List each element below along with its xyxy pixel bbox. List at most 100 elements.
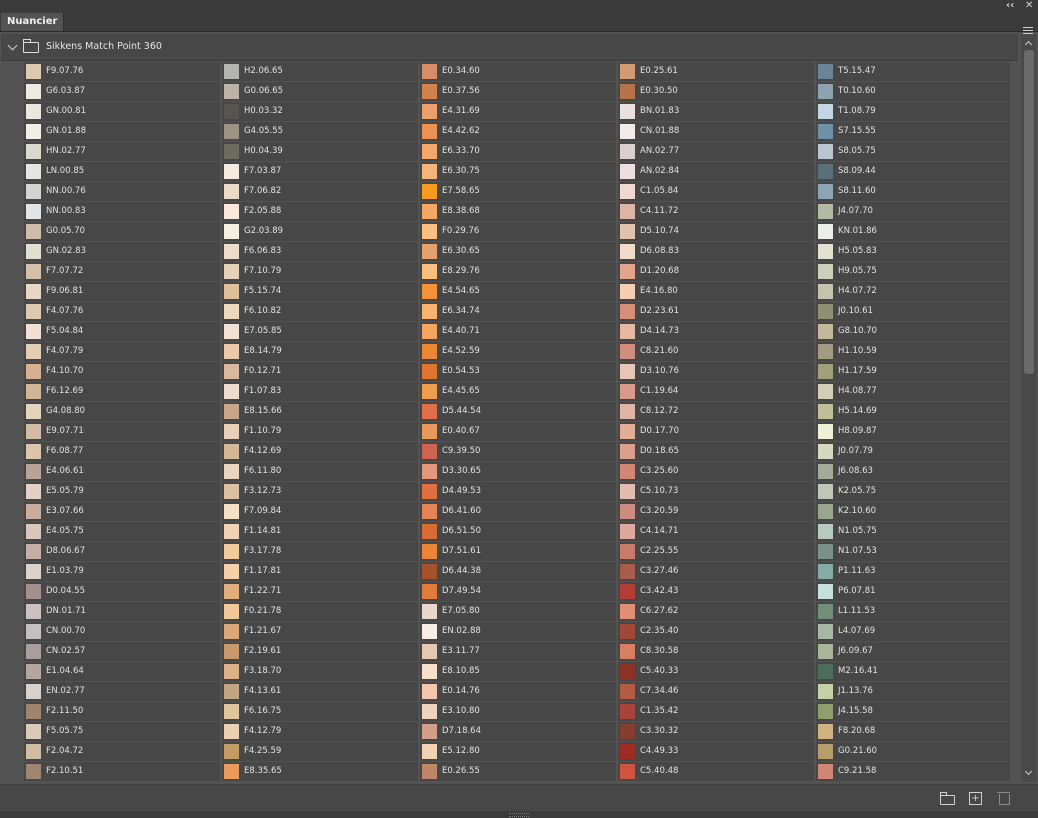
swatch-item[interactable]: NN.00.83 — [24, 202, 220, 221]
swatch-item[interactable]: D6.44.38 — [420, 562, 616, 581]
swatch-item[interactable]: KN.01.86 — [816, 222, 1010, 241]
swatch-item[interactable]: C5.40.48 — [618, 762, 814, 781]
swatch-item[interactable]: AN.02.84 — [618, 162, 814, 181]
swatch-item[interactable]: J0.10.61 — [816, 302, 1010, 321]
swatch-item[interactable]: F9.07.76 — [24, 62, 220, 81]
swatch-item[interactable]: C2.35.40 — [618, 622, 814, 641]
swatch-item[interactable]: F8.20.68 — [816, 722, 1010, 741]
swatch-item[interactable]: H9.05.75 — [816, 262, 1010, 281]
swatch-item[interactable]: F5.05.75 — [24, 722, 220, 741]
swatch-item[interactable]: E0.30.50 — [618, 82, 814, 101]
scroll-thumb[interactable] — [1024, 50, 1034, 374]
swatch-item[interactable]: F3.18.70 — [222, 662, 418, 681]
swatch-group-header[interactable]: Sikkens Match Point 360 — [1, 34, 1018, 61]
swatch-item[interactable]: G0.21.60 — [816, 742, 1010, 761]
swatch-item[interactable]: D8.06.67 — [24, 542, 220, 561]
swatch-item[interactable]: J6.08.63 — [816, 462, 1010, 481]
collapse-panel-button[interactable]: ‹‹ — [1006, 0, 1014, 12]
swatch-item[interactable]: D0.17.70 — [618, 422, 814, 441]
swatch-item[interactable]: T0.10.60 — [816, 82, 1010, 101]
swatch-item[interactable]: E1.04.64 — [24, 662, 220, 681]
scroll-down-arrow-icon[interactable] — [1024, 767, 1033, 776]
swatch-item[interactable]: L1.11.53 — [816, 602, 1010, 621]
swatch-item[interactable]: F7.09.84 — [222, 502, 418, 521]
swatch-item[interactable]: E3.10.80 — [420, 702, 616, 721]
swatch-item[interactable]: P6.07.81 — [816, 582, 1010, 601]
swatch-item[interactable]: H0.04.39 — [222, 142, 418, 161]
swatch-item[interactable]: C8.21.60 — [618, 342, 814, 361]
swatch-item[interactable]: K2.10.60 — [816, 502, 1010, 521]
swatch-item[interactable]: E4.54.65 — [420, 282, 616, 301]
swatch-item[interactable]: F2.10.51 — [24, 762, 220, 781]
swatch-item[interactable]: D0.04.55 — [24, 582, 220, 601]
tab-nuancier[interactable]: Nuancier — [1, 13, 65, 31]
swatch-item[interactable]: E4.05.75 — [24, 522, 220, 541]
swatch-item[interactable]: E0.14.76 — [420, 682, 616, 701]
swatch-item[interactable]: E8.29.76 — [420, 262, 616, 281]
swatch-item[interactable]: C6.27.62 — [618, 602, 814, 621]
swatch-item[interactable]: G4.05.55 — [222, 122, 418, 141]
swatch-item[interactable]: H5.14.69 — [816, 402, 1010, 421]
swatch-item[interactable]: E5.12.80 — [420, 742, 616, 761]
swatch-item[interactable]: F4.07.76 — [24, 302, 220, 321]
swatch-item[interactable]: C3.42.43 — [618, 582, 814, 601]
swatch-item[interactable]: E7.05.85 — [222, 322, 418, 341]
swatch-item[interactable]: D1.20.68 — [618, 262, 814, 281]
swatch-item[interactable]: S8.05.75 — [816, 142, 1010, 161]
swatch-item[interactable]: E7.58.65 — [420, 182, 616, 201]
swatch-item[interactable]: E0.26.55 — [420, 762, 616, 781]
swatch-item[interactable]: J6.09.67 — [816, 642, 1010, 661]
swatch-item[interactable]: E3.07.66 — [24, 502, 220, 521]
swatch-item[interactable]: E8.35.65 — [222, 762, 418, 781]
swatch-item[interactable]: F4.12.69 — [222, 442, 418, 461]
swatch-item[interactable]: T1.08.79 — [816, 102, 1010, 121]
swatch-item[interactable]: E4.42.62 — [420, 122, 616, 141]
swatch-item[interactable]: E3.11.77 — [420, 642, 616, 661]
swatch-item[interactable]: AN.02.77 — [618, 142, 814, 161]
swatch-item[interactable]: E8.38.68 — [420, 202, 616, 221]
swatch-item[interactable]: E4.31.69 — [420, 102, 616, 121]
swatch-item[interactable]: E5.05.79 — [24, 482, 220, 501]
swatch-item[interactable]: D3.10.76 — [618, 362, 814, 381]
swatch-item[interactable]: F1.10.79 — [222, 422, 418, 441]
swatch-item[interactable]: F7.06.82 — [222, 182, 418, 201]
swatch-item[interactable]: C1.19.64 — [618, 382, 814, 401]
swatch-item[interactable]: D7.49.54 — [420, 582, 616, 601]
swatch-item[interactable]: H1.17.59 — [816, 362, 1010, 381]
close-panel-button[interactable]: ✕ — [1025, 0, 1033, 12]
swatch-item[interactable]: F4.13.61 — [222, 682, 418, 701]
swatch-item[interactable]: F1.21.67 — [222, 622, 418, 641]
swatch-item[interactable]: E4.06.61 — [24, 462, 220, 481]
swatch-item[interactable]: F6.12.69 — [24, 382, 220, 401]
swatch-item[interactable]: E6.33.70 — [420, 142, 616, 161]
swatch-item[interactable]: F4.10.70 — [24, 362, 220, 381]
swatch-item[interactable]: GN.00.81 — [24, 102, 220, 121]
swatch-item[interactable]: F0.29.76 — [420, 222, 616, 241]
swatch-item[interactable]: G0.05.70 — [24, 222, 220, 241]
swatch-item[interactable]: F6.08.77 — [24, 442, 220, 461]
swatch-item[interactable]: T5.15.47 — [816, 62, 1010, 81]
swatch-item[interactable]: EN.02.88 — [420, 622, 616, 641]
swatch-item[interactable]: J0.07.79 — [816, 442, 1010, 461]
swatch-item[interactable]: C3.30.32 — [618, 722, 814, 741]
swatch-item[interactable]: NN.00.76 — [24, 182, 220, 201]
swatch-item[interactable]: F6.11.80 — [222, 462, 418, 481]
swatch-item[interactable]: D5.10.74 — [618, 222, 814, 241]
swatch-item[interactable]: G4.08.80 — [24, 402, 220, 421]
swatch-item[interactable]: C3.27.46 — [618, 562, 814, 581]
swatch-item[interactable]: F7.07.72 — [24, 262, 220, 281]
swatch-item[interactable]: J1.13.76 — [816, 682, 1010, 701]
swatch-item[interactable]: F1.17.81 — [222, 562, 418, 581]
swatch-item[interactable]: J4.15.58 — [816, 702, 1010, 721]
swatch-item[interactable]: C2.25.55 — [618, 542, 814, 561]
swatch-item[interactable]: E0.54.53 — [420, 362, 616, 381]
swatch-item[interactable]: G2.03.89 — [222, 222, 418, 241]
swatch-item[interactable]: S8.11.60 — [816, 182, 1010, 201]
swatch-item[interactable]: E0.40.67 — [420, 422, 616, 441]
swatch-item[interactable]: E8.10.85 — [420, 662, 616, 681]
swatch-item[interactable]: D6.41.60 — [420, 502, 616, 521]
swatch-item[interactable]: C4.11.72 — [618, 202, 814, 221]
swatch-item[interactable]: S8.09.44 — [816, 162, 1010, 181]
swatch-item[interactable]: H8.09.87 — [816, 422, 1010, 441]
swatch-item[interactable]: F2.19.61 — [222, 642, 418, 661]
